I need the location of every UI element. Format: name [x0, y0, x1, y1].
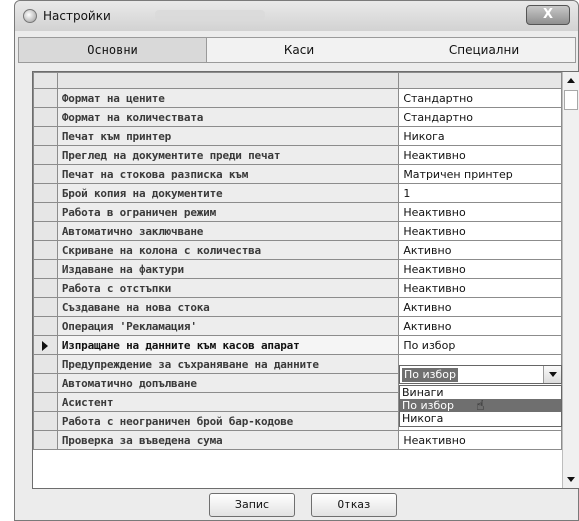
- setting-name: Създаване на нова стока: [56, 297, 400, 317]
- setting-value[interactable]: Активно: [398, 240, 562, 260]
- settings-app-icon: [23, 9, 37, 23]
- scroll-down-arrow-icon[interactable]: [563, 471, 579, 488]
- setting-value[interactable]: Неактивно: [398, 221, 562, 241]
- row-selector[interactable]: [33, 88, 58, 108]
- setting-name: Предупреждение за съхраняване на данните: [56, 354, 400, 374]
- row-selector[interactable]: [33, 107, 58, 127]
- setting-name: Асистент: [56, 392, 400, 412]
- row-selector[interactable]: [33, 202, 58, 222]
- setting-value[interactable]: По избор: [398, 335, 562, 355]
- setting-value[interactable]: Неактивно: [398, 278, 562, 298]
- blurred-title-region: [155, 10, 265, 20]
- table-row[interactable]: Печат на стокова разписка към Матричен пр…: [33, 164, 562, 184]
- setting-name: Издаване на фактури: [56, 259, 400, 279]
- table-header-row: [33, 72, 562, 89]
- settings-grid: Формат на цените Стандартно Формат на коли…: [32, 71, 579, 489]
- setting-name: Брой копия на документите: [56, 183, 400, 203]
- row-selector[interactable]: [33, 259, 58, 279]
- setting-name: Работа в ограничен режим: [56, 202, 400, 222]
- row-selector[interactable]: [33, 392, 58, 412]
- combobox-selected-value: По избор: [402, 368, 458, 382]
- setting-name: Формат на цените: [56, 88, 400, 108]
- tab-special[interactable]: Специални: [391, 38, 577, 62]
- setting-value[interactable]: Неактивно: [398, 202, 562, 222]
- setting-value[interactable]: Активно: [398, 297, 562, 317]
- table-row[interactable]: Преглед на документите преди печат Неакти…: [33, 145, 562, 165]
- table-row[interactable]: Печат към принтер Никога: [33, 126, 562, 146]
- setting-name: Изпращане на данните към касов апарат: [56, 335, 400, 355]
- settings-dialog: Настройки X Основни Каси Специални Форма…: [14, 0, 579, 521]
- setting-name: Печат към принтер: [56, 126, 400, 146]
- row-selector[interactable]: [33, 164, 58, 184]
- hand-cursor-icon: ☝: [476, 398, 485, 414]
- save-button[interactable]: Запис: [209, 493, 295, 517]
- title-bar[interactable]: Настройки X: [15, 1, 578, 31]
- setting-name: Работа с отстъпки: [56, 278, 400, 298]
- row-selector[interactable]: [33, 297, 58, 317]
- table-row[interactable]: Проверка за въведена сума Неактивно: [33, 430, 562, 450]
- row-selector[interactable]: [33, 126, 58, 146]
- setting-name: Автоматично заключване: [56, 221, 400, 241]
- row-selector[interactable]: [33, 411, 58, 431]
- table-row[interactable]: Формат на количествата Стандартно: [33, 107, 562, 127]
- setting-value[interactable]: 1: [398, 183, 562, 203]
- row-selector[interactable]: [33, 335, 58, 355]
- combobox-dropdown-list: Винаги По избор Никога ☝: [399, 385, 562, 427]
- table-row[interactable]: Създаване на нова стока Активно: [33, 297, 562, 317]
- table-row[interactable]: Операция 'Рекламация' Активно: [33, 316, 562, 336]
- setting-name: Работа с неограничен брой бар-кодове: [56, 411, 400, 431]
- table-row[interactable]: Работа в ограничен режим Неактивно: [33, 202, 562, 222]
- setting-name: Операция 'Рекламация': [56, 316, 400, 336]
- tab-main[interactable]: Основни: [19, 38, 207, 62]
- current-row-arrow-icon: [42, 340, 49, 351]
- table-row[interactable]: Брой копия на документите 1: [33, 183, 562, 203]
- row-selector[interactable]: [33, 354, 58, 374]
- close-button[interactable]: X: [526, 5, 570, 25]
- setting-value[interactable]: Матричен принтер: [398, 164, 562, 184]
- scroll-up-arrow-icon[interactable]: [563, 72, 579, 89]
- row-selector[interactable]: [33, 373, 58, 393]
- setting-value[interactable]: Стандартно: [398, 107, 562, 127]
- row-selector-header: [33, 72, 58, 89]
- row-selector[interactable]: [33, 316, 58, 336]
- row-selector[interactable]: [33, 183, 58, 203]
- window-title: Настройки: [43, 9, 111, 23]
- scrollbar-thumb[interactable]: [564, 90, 578, 110]
- table-row[interactable]: Работа с отстъпки Неактивно: [33, 278, 562, 298]
- row-selector[interactable]: [33, 221, 58, 241]
- tab-cash-registers[interactable]: Каси: [209, 38, 389, 62]
- table-row[interactable]: Изпращане на данните към касов апарат По …: [33, 335, 562, 355]
- setting-name: Автоматично допълване: [56, 373, 400, 393]
- setting-name: Скриване на колона с количества: [56, 240, 400, 260]
- setting-name: Проверка за въведена сума: [56, 430, 400, 450]
- setting-name: Преглед на документите преди печат: [56, 145, 400, 165]
- chevron-down-icon[interactable]: [543, 366, 561, 383]
- value-combobox[interactable]: По избор: [399, 365, 562, 384]
- tab-bar: Основни Каси Специални: [18, 37, 576, 63]
- setting-value[interactable]: Активно: [398, 316, 562, 336]
- setting-value[interactable]: Стандартно: [398, 88, 562, 108]
- row-selector[interactable]: [33, 278, 58, 298]
- setting-value[interactable]: Неактивно: [398, 430, 562, 450]
- table-row[interactable]: Автоматично заключване Неактивно: [33, 221, 562, 241]
- table-row[interactable]: Формат на цените Стандартно: [33, 88, 562, 108]
- table-row[interactable]: Издаване на фактури Неактивно: [33, 259, 562, 279]
- close-icon: X: [542, 7, 554, 22]
- table-row[interactable]: Скриване на колона с количества Активно: [33, 240, 562, 260]
- setting-name: Формат на количествата: [56, 107, 400, 127]
- row-selector[interactable]: [33, 430, 58, 450]
- cancel-button[interactable]: Отказ: [311, 493, 397, 517]
- setting-value[interactable]: Никога: [398, 126, 562, 146]
- row-selector[interactable]: [33, 145, 58, 165]
- setting-value[interactable]: Неактивно: [398, 145, 562, 165]
- vertical-scrollbar[interactable]: [562, 72, 579, 488]
- header-name-cell: [56, 72, 400, 89]
- header-value-cell: [398, 72, 562, 89]
- setting-name: Печат на стокова разписка към: [56, 164, 400, 184]
- row-selector[interactable]: [33, 240, 58, 260]
- setting-value[interactable]: Неактивно: [398, 259, 562, 279]
